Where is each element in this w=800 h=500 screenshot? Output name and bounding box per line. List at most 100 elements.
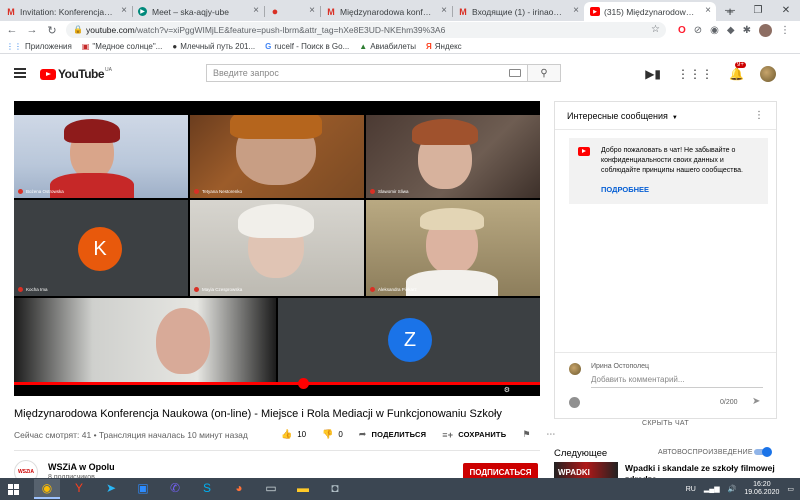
hide-chat-button[interactable]: СКРЫТЬ ЧАТ [554,420,777,427]
skype-icon[interactable]: S [194,479,220,499]
extension-icon[interactable]: ⊘ [694,25,702,36]
chat-mode-dropdown[interactable]: Интересные сообщения ▼ [567,111,678,121]
zoom-icon[interactable]: ▣ [130,479,156,499]
notifications-icon[interactable]: ▭ [787,485,794,493]
volume-icon[interactable]: 🔊 [728,485,737,493]
menu-hamburger-icon[interactable] [14,68,26,80]
up-next-label: Следующее [554,448,608,459]
profile-avatar[interactable] [759,23,772,37]
bookmark-star-icon[interactable]: ☆ [651,24,660,35]
tab-title: Invitation: Konferencja @ Fri Jun [20,6,114,17]
close-tab-icon[interactable]: × [253,5,259,16]
autoplay-toggle[interactable] [752,446,772,458]
bookmark-item[interactable]: Grucelf - Поиск в Go... [265,42,349,51]
participant-name: Slawomir Sliwa [370,189,409,194]
url-host: youtube.com [86,25,135,35]
back-icon[interactable]: ← [4,24,20,36]
report-flag-button[interactable]: ⚑ [522,429,530,440]
channel-name[interactable]: WSZiA w Opolu [48,462,115,472]
search-placeholder: Введите запрос [213,68,279,78]
bookmark-item[interactable]: ▲ Авиабилеты [359,42,416,51]
learn-more-link[interactable]: ПОДРОБНЕЕ [601,185,760,196]
keyboard-icon[interactable] [509,69,521,77]
scrubber-handle[interactable] [298,378,310,389]
browser-tab[interactable]: M Входящие (1) - irinaostopolets@... × [452,2,584,21]
account-avatar[interactable] [760,66,776,82]
like-button[interactable]: 👍 10 [281,429,306,440]
bookmark-item[interactable]: Я Яндекс [426,42,462,51]
search-input[interactable]: Введите запрос [206,64,528,82]
minimize-icon[interactable]: — [716,0,744,21]
yandex-browser-icon[interactable]: Y [66,479,92,499]
reload-icon[interactable]: ↻ [44,24,60,37]
chat-message-input[interactable]: Добавить комментарий... [591,375,763,388]
participant-tile: Bożena Ostrowska [14,115,188,198]
video-title: Międzynarodowa Konferencja Naukowa (on-l… [14,408,502,420]
like-count: 10 [297,430,307,439]
more-actions-button[interactable]: ⋯ [546,429,555,440]
browser-tab-active[interactable]: ▶ (315) Międzynarodowa Konf... × [584,2,716,21]
language-indicator[interactable]: RU [686,486,696,493]
video-progress-bar[interactable] [14,378,540,396]
bookmark-item[interactable]: ▣ "Медное солнце"... [82,42,163,51]
create-video-icon[interactable]: ▶▮ [645,67,661,81]
bookmark-apps[interactable]: ⋮⋮ Приложения [6,42,72,51]
forward-icon[interactable]: → [24,24,40,36]
bookmark-icon: ▣ [81,41,90,51]
media-icon[interactable]: ◘ [322,479,348,499]
explorer-icon[interactable]: ▭ [258,479,284,499]
bookmark-item[interactable]: ● Млечный путь 201... [172,42,255,51]
browser-tab[interactable]: ▶ Meet – ska-aqjy-ube × [132,2,264,21]
participant-tile: K Kocha Ima [14,200,188,296]
extensions-puzzle-icon[interactable]: ✱ [743,25,751,36]
telegram-icon[interactable]: ➤ [98,479,124,499]
close-tab-icon[interactable]: × [573,5,579,16]
send-icon[interactable]: ➤ [752,396,760,407]
browser-tab[interactable]: M Invitation: Konferencja @ Fri Jun × [0,2,132,21]
logo-region: UA [105,67,112,73]
youtube-masthead: YouTube UA Введите запрос ⚲ ▶▮ ⋮⋮⋮ 🔔 9+ [0,56,800,90]
playlist-add-icon: ≡+ [442,429,454,440]
chat-user-name: Ирина Остополец [591,363,650,370]
share-button[interactable]: ➦ ПОДЕЛИТЬСЯ [359,429,426,440]
maximize-icon[interactable]: ❐ [744,0,772,21]
extension-icon[interactable]: ◆ [727,25,735,36]
settings-icon[interactable]: ⚙ [504,386,510,394]
video-player[interactable]: Bożena Ostrowska Tetyana Nestorenko Slaw… [14,101,540,396]
thumbs-down-icon: 👎 [322,429,334,439]
opera-extension-icon[interactable]: O [678,25,686,36]
dislike-button[interactable]: 👎 0 [322,429,343,440]
youtube-logo[interactable]: YouTube UA [40,67,112,81]
video-actions: 👍 10 👎 0 ➦ ПОДЕЛИТЬСЯ ≡+ СОХРАНИТЬ ⚑ ⋯ [281,429,555,440]
close-window-icon[interactable]: ✕ [772,0,800,21]
chrome-icon[interactable]: ◉ [34,479,60,499]
flag-icon: ⚑ [522,429,531,439]
close-tab-icon[interactable]: × [309,5,315,16]
system-clock[interactable]: 16:20 19.06.2020 [744,481,779,497]
network-icon[interactable]: ▂▄▆ [704,485,720,493]
tab-title: Meet – ska-aqjy-ube [152,6,230,17]
extension-icon[interactable]: ◉ [710,25,719,36]
emoji-icon[interactable] [569,397,580,408]
menu-kebab-icon[interactable]: ⋮ [780,25,790,36]
start-button[interactable] [0,478,26,500]
apps-grid-icon[interactable]: ⋮⋮⋮ [677,67,713,81]
notifications-bell-icon[interactable]: 🔔 9+ [729,62,746,81]
address-bar[interactable]: 🔒 youtube.com/watch?v=xiPggWIMjLE&featur… [66,22,666,38]
firefox-icon[interactable]: ◕ [226,479,252,499]
folder-icon[interactable]: ▬ [290,479,316,499]
participant-name: Kocha Ima [18,287,48,292]
viber-icon[interactable]: ✆ [162,479,188,499]
browser-tab[interactable]: M Międzynarodowa konferencja M... × [320,2,452,21]
close-tab-icon[interactable]: × [441,5,447,16]
close-tab-icon[interactable]: × [121,5,127,16]
youtube-icon [578,147,590,156]
google-icon: G [265,41,272,51]
search-button[interactable]: ⚲ [527,64,561,82]
chat-menu-kebab-icon[interactable]: ⋮ [754,110,764,121]
save-button[interactable]: ≡+ СОХРАНИТЬ [442,430,506,440]
close-tab-icon[interactable]: × [705,5,711,16]
logo-text: YouTube [58,67,105,81]
browser-tab[interactable]: ● × [264,2,320,21]
participant-tile: Mayia Czesprowska [190,200,364,296]
